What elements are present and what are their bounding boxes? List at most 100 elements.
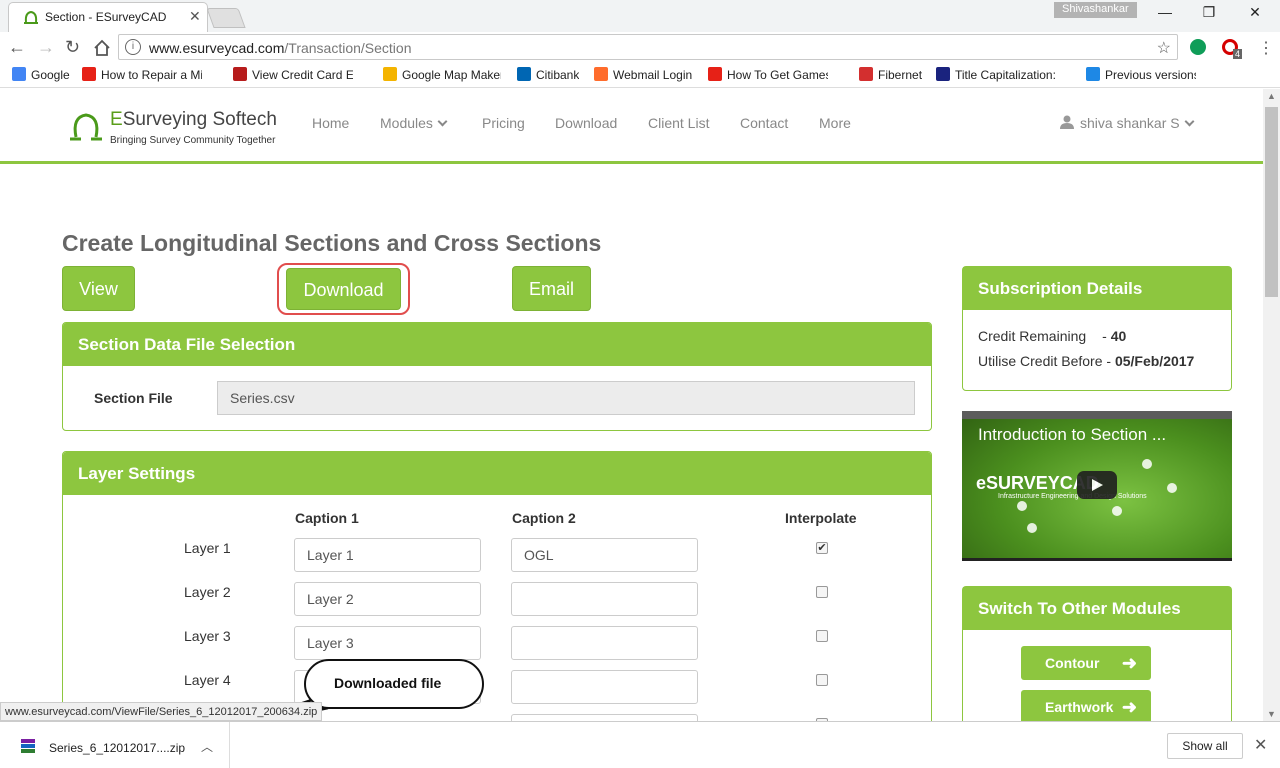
layer-3-caption1-input[interactable] (294, 626, 481, 660)
tc-icon (936, 67, 950, 81)
subscription-heading: Subscription Details (963, 267, 1231, 310)
contour-button[interactable]: Contour ➜ (1021, 646, 1151, 680)
bookmark-label: Title Capitalization: Yo (955, 68, 1056, 82)
url-host: www.esurveycad.com (149, 40, 285, 56)
extension-badge: 4 (1233, 49, 1243, 59)
brand-name[interactable]: ESurveying Softech (110, 109, 277, 131)
bookmark-item[interactable]: Webmail Login (594, 67, 692, 82)
bookmark-item[interactable]: Google (12, 67, 70, 82)
bank-icon (233, 67, 247, 81)
nav-download[interactable]: Download (555, 115, 617, 131)
back-icon[interactable]: ← (8, 37, 26, 58)
profile-name[interactable]: Shivashankar (1054, 2, 1137, 18)
caption2-header: Caption 2 (512, 510, 576, 526)
browser-tab[interactable]: Section - ESurveyCAD ✕ (8, 2, 208, 32)
layer-3-interpolate-checkbox[interactable] (816, 630, 828, 642)
page-title: Create Longitudinal Sections and Cross S… (62, 230, 602, 256)
bookmark-item[interactable]: How to Repair a Missi (82, 67, 202, 82)
layer-3-caption2-input[interactable] (511, 626, 698, 660)
layer-2-caption1-input[interactable] (294, 582, 481, 616)
bookmark-star-icon[interactable]: ☆ (1157, 38, 1171, 58)
window-close-icon[interactable]: ✕ (1232, 4, 1278, 21)
brand-tagline: Bringing Survey Community Together (110, 135, 276, 146)
layer-1-interpolate-checkbox[interactable]: ✔ (816, 542, 828, 554)
show-all-button[interactable]: Show all (1167, 733, 1243, 759)
address-bar[interactable]: i www.esurveycad.com/Transaction/Section… (118, 34, 1178, 60)
video-title[interactable]: Introduction to Section ... (978, 425, 1166, 445)
menu-icon[interactable]: ⋮ (1258, 38, 1274, 58)
layer-settings-panel: Layer Settings Caption 1 Caption 2 Inter… (62, 451, 932, 741)
home-icon[interactable] (93, 39, 111, 57)
nav-client-list[interactable]: Client List (648, 115, 709, 131)
bookmark-label: How to Repair a Missi (101, 68, 202, 82)
nav-pricing[interactable]: Pricing (482, 115, 525, 131)
section-file-label: Section File (94, 390, 173, 406)
bookmark-label: Google Map Maker (402, 68, 501, 82)
page-scrollbar[interactable]: ▲ ▼ (1263, 89, 1280, 721)
status-bar-url: www.esurveycad.com/ViewFile/Series_6_120… (0, 702, 323, 721)
video-subtitle: Infrastructure Engineering and Design So… (998, 493, 1147, 500)
new-tab-button[interactable] (206, 8, 246, 28)
bookmark-label: How To Get Games Fo (727, 68, 828, 82)
download-item[interactable]: Series_6_12012017....zip ︿ (0, 722, 230, 768)
scroll-up-icon[interactable]: ▲ (1267, 91, 1276, 101)
utilise-before-value: 05/Feb/2017 (1114, 353, 1195, 369)
bookmark-label: View Credit Card E-St (252, 68, 353, 82)
layer-2-caption2-input[interactable] (511, 582, 698, 616)
nav-modules[interactable]: Modules (380, 115, 448, 131)
esurveycad-favicon-icon (24, 10, 38, 24)
browser-tab-bar: Section - ESurveyCAD ✕ Shivashankar — ❐ … (0, 0, 1280, 32)
esurveying-logo-icon[interactable] (68, 109, 104, 145)
minimize-icon[interactable]: — (1142, 4, 1188, 20)
close-download-bar-icon[interactable]: ✕ (1254, 735, 1267, 755)
file-selection-panel: Section Data File Selection Section File (62, 322, 932, 431)
bookmark-item[interactable]: Title Capitalization: Yo (936, 67, 1056, 82)
user-icon (1060, 115, 1074, 129)
layer-1-caption2-input[interactable] (511, 538, 698, 572)
bookmark-label: Webmail Login (613, 68, 693, 82)
layer-1-caption1-input[interactable] (294, 538, 481, 572)
youtube-icon (708, 67, 722, 81)
email-button[interactable]: Email (512, 266, 591, 311)
layer-2-interpolate-checkbox[interactable] (816, 586, 828, 598)
view-button[interactable]: View (62, 266, 135, 311)
chevron-up-icon[interactable]: ︿ (201, 738, 213, 755)
credit-remaining-value: 40 (1110, 328, 1127, 344)
reload-icon[interactable]: ↻ (65, 37, 80, 58)
arrow-right-icon: ➜ (1121, 653, 1137, 673)
archive-file-icon (21, 739, 35, 753)
modules-panel: Switch To Other Modules Contour ➜ Earthwo… (962, 586, 1232, 726)
nav-contact[interactable]: Contact (740, 115, 788, 131)
bookmark-item[interactable]: Citibank (517, 67, 579, 82)
bookmark-item[interactable]: View Credit Card E-St (233, 67, 353, 82)
nav-more[interactable]: More (819, 115, 851, 131)
restore-icon[interactable]: ❐ (1186, 4, 1232, 21)
video-play-icon[interactable] (1077, 471, 1117, 499)
bookmark-item[interactable]: Google Map Maker (383, 67, 501, 82)
earthwork-button[interactable]: Earthwork ➜ (1021, 690, 1151, 724)
tab-close-icon[interactable]: ✕ (189, 8, 201, 25)
utilise-before-row: Utilise Credit Before - 05/Feb/2017 (978, 353, 1195, 369)
section-file-field[interactable] (217, 381, 915, 415)
bookmark-item[interactable]: Fibernet (859, 67, 922, 82)
chevron-down-icon (1184, 116, 1195, 127)
intro-video[interactable]: Introduction to Section ... eSURVEYCAD I… (962, 411, 1232, 561)
site-info-icon[interactable]: i (125, 39, 141, 55)
download-file-name[interactable]: Series_6_12012017....zip (49, 741, 185, 755)
bookmarks-bar: Google How to Repair a Missi View Credit C… (0, 62, 1280, 88)
scrollbar-thumb[interactable] (1265, 107, 1278, 297)
bookmark-item[interactable]: How To Get Games Fo (708, 67, 828, 82)
user-menu[interactable]: shiva shankar S (1060, 115, 1195, 131)
bookmark-item[interactable]: Previous versions of T (1086, 67, 1196, 82)
arrow-right-icon: ➜ (1121, 697, 1137, 717)
chevron-down-icon (437, 116, 448, 127)
nav-home[interactable]: Home (312, 115, 349, 131)
forward-icon[interactable]: → (37, 37, 55, 58)
scroll-down-icon[interactable]: ▼ (1267, 709, 1276, 719)
hangouts-extension-icon[interactable] (1190, 39, 1206, 55)
layer-4-caption2-input[interactable] (511, 670, 698, 704)
layer-settings-heading: Layer Settings (63, 452, 931, 495)
bookmark-label: Fibernet (878, 68, 923, 82)
site-header: ESurveying Softech Bringing Survey Commu… (0, 89, 1263, 164)
layer-4-interpolate-checkbox[interactable] (816, 674, 828, 686)
